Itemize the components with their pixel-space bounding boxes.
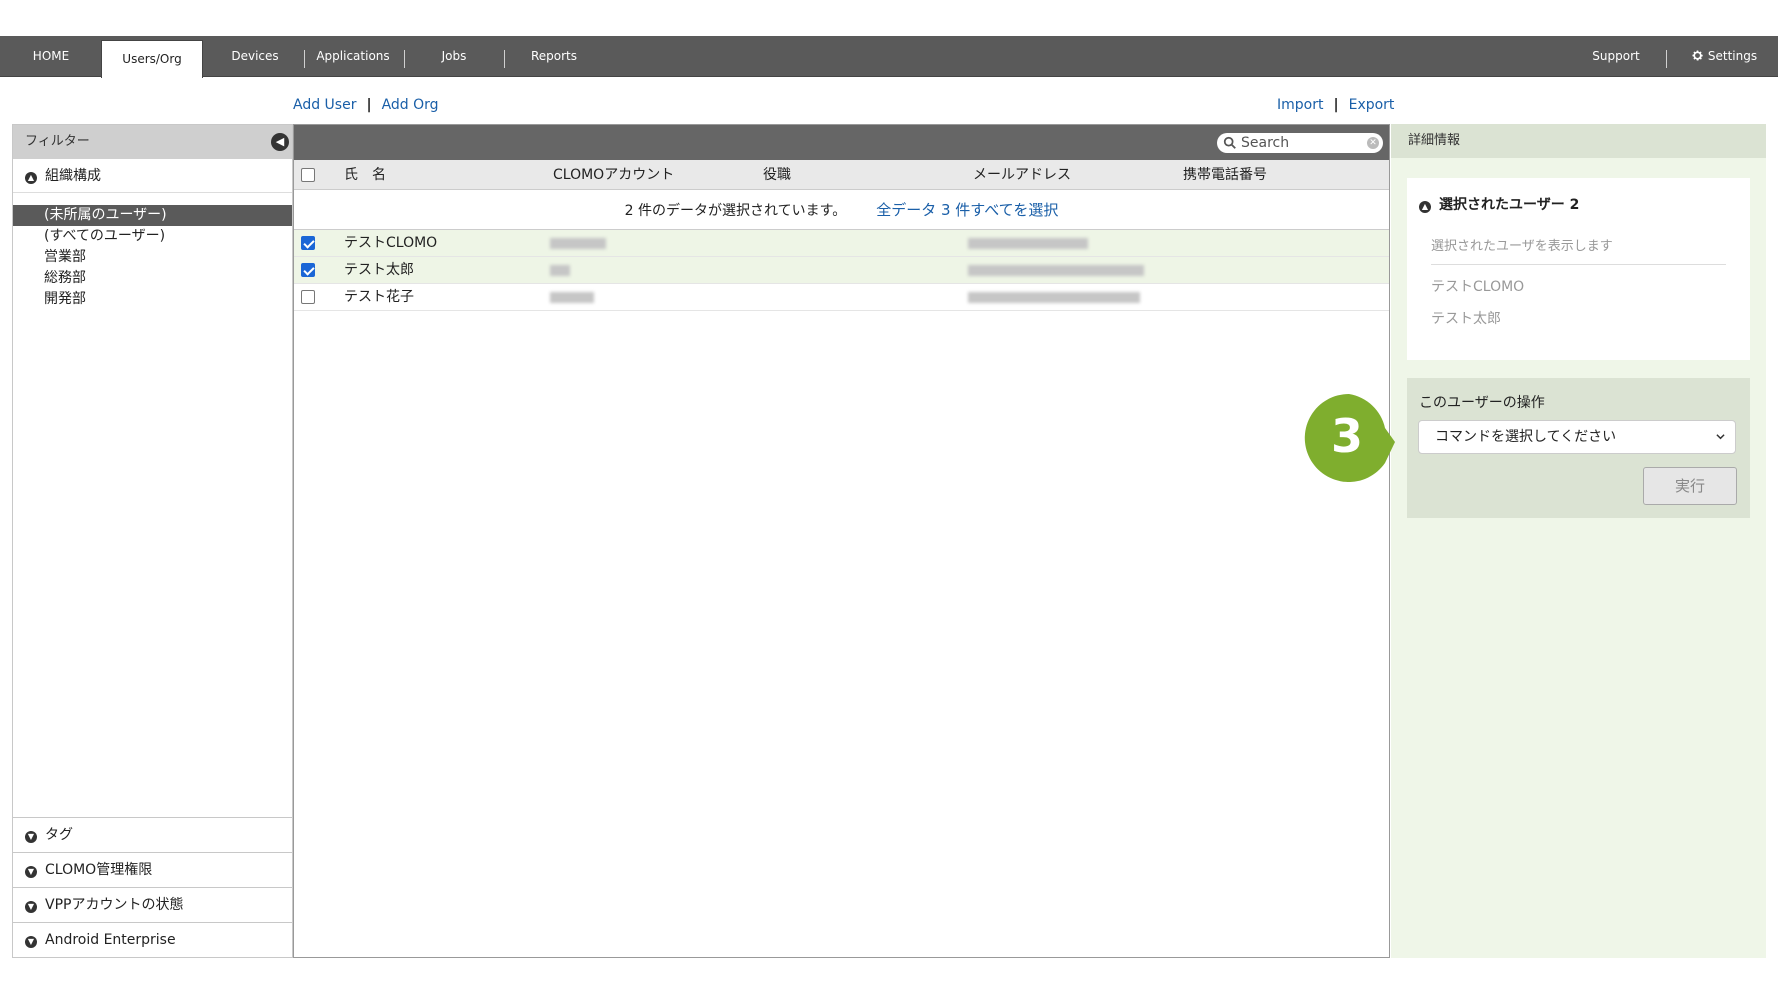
vpp-account-section-header[interactable]: ▼ VPPアカウントの状態 bbox=[13, 887, 292, 922]
redacted-account bbox=[550, 292, 594, 303]
run-button[interactable]: 実行 bbox=[1643, 467, 1737, 505]
filter-header: フィルター ◀ bbox=[13, 125, 292, 159]
tree-item-development[interactable]: 開発部 bbox=[13, 289, 292, 310]
table-row[interactable]: テスト太郎 bbox=[294, 257, 1389, 284]
search-input[interactable]: Search ✕ bbox=[1217, 133, 1383, 153]
export-link[interactable]: Export bbox=[1349, 97, 1395, 113]
chevron-up-icon: ▲ bbox=[25, 172, 37, 184]
section-label: VPPアカウントの状態 bbox=[45, 897, 184, 913]
user-operations: このユーザーの操作 コマンドを選択してください 実行 bbox=[1407, 378, 1750, 518]
tree-item-general-affairs[interactable]: 総務部 bbox=[13, 268, 292, 289]
search-icon bbox=[1223, 136, 1236, 149]
row-checkbox[interactable] bbox=[301, 290, 315, 304]
nav-divider bbox=[504, 50, 505, 68]
tree-item-unassigned[interactable]: (未所属のユーザー) bbox=[13, 205, 292, 226]
chevron-down-icon: ▼ bbox=[25, 901, 37, 913]
operations-title: このユーザーの操作 bbox=[1419, 395, 1545, 411]
add-user-link[interactable]: Add User bbox=[293, 97, 356, 113]
settings-link[interactable]: Settings bbox=[1676, 36, 1772, 77]
user-actions: Add User | Add Org bbox=[293, 97, 439, 113]
add-org-link[interactable]: Add Org bbox=[382, 97, 439, 113]
tab-users-org[interactable]: Users/Org bbox=[101, 40, 203, 78]
details-panel: 詳細情報 ▲ 選択されたユーザー 2 選択されたユーザを表示します テストCLOM… bbox=[1391, 124, 1766, 958]
search-placeholder: Search bbox=[1241, 135, 1290, 151]
details-title: 詳細情報 bbox=[1391, 124, 1766, 158]
tab-devices[interactable]: Devices bbox=[210, 36, 300, 77]
filter-panel: フィルター ◀ ▲ 組織構成 (未所属のユーザー) (すべてのユーザー) 営業部 … bbox=[12, 124, 293, 958]
row-checkbox[interactable] bbox=[301, 263, 315, 277]
selection-count-text: 2 件のデータが選択されています。 bbox=[624, 203, 847, 219]
section-label: Android Enterprise bbox=[45, 932, 176, 948]
table-toolbar: Search ✕ bbox=[294, 125, 1389, 160]
redacted-email bbox=[968, 292, 1140, 303]
org-tree: (未所属のユーザー) (すべてのユーザー) 営業部 総務部 開発部 bbox=[13, 193, 292, 310]
filter-bottom-sections: ▼ タグ ▼ CLOMO管理権限 ▼ VPPアカウントの状態 ▼ Android Ent… bbox=[13, 817, 292, 957]
column-header-account[interactable]: CLOMOアカウント bbox=[553, 160, 674, 190]
redacted-email bbox=[968, 265, 1144, 276]
tag-section-header[interactable]: ▼ タグ bbox=[13, 817, 292, 852]
android-enterprise-section-header[interactable]: ▼ Android Enterprise bbox=[13, 922, 292, 957]
table-row[interactable]: テスト花子 bbox=[294, 284, 1389, 311]
collapse-panel-icon[interactable]: ◀ bbox=[271, 133, 289, 151]
nav-divider bbox=[304, 50, 305, 68]
column-header-name[interactable]: 氏 名 bbox=[344, 160, 386, 190]
step-badge: 3 bbox=[1304, 393, 1395, 482]
step-number: 3 bbox=[1331, 409, 1363, 463]
select-all-checkbox[interactable] bbox=[301, 168, 315, 182]
selected-user-item: テスト太郎 bbox=[1431, 311, 1501, 327]
table-row[interactable]: テストCLOMO bbox=[294, 230, 1389, 257]
tab-applications[interactable]: Applications bbox=[308, 36, 398, 77]
redacted-account bbox=[550, 238, 606, 249]
import-export-actions: Import | Export bbox=[1277, 97, 1395, 113]
selected-users-hint: 選択されたユーザを表示します bbox=[1431, 235, 1726, 265]
settings-label: Settings bbox=[1707, 49, 1758, 63]
nav-divider bbox=[1666, 50, 1667, 68]
chevron-down-icon: ▼ bbox=[25, 831, 37, 843]
table-header: 氏 名 CLOMOアカウント 役職 メールアドレス 携帯電話番号 bbox=[294, 160, 1389, 190]
column-header-phone[interactable]: 携帯電話番号 bbox=[1183, 160, 1267, 190]
tree-item-sales[interactable]: 営業部 bbox=[13, 247, 292, 268]
user-table-panel: Search ✕ 氏 名 CLOMOアカウント 役職 メールアドレス 携帯電話番… bbox=[293, 124, 1390, 958]
user-name: テストCLOMO bbox=[344, 235, 438, 251]
top-nav: HOME Users/Org Devices Applications Jobs… bbox=[0, 36, 1778, 78]
user-name: テスト花子 bbox=[344, 289, 414, 305]
import-link[interactable]: Import bbox=[1277, 97, 1323, 113]
selected-users-title: 選択されたユーザー 2 bbox=[1439, 197, 1580, 213]
row-checkbox[interactable] bbox=[301, 236, 315, 250]
tab-reports[interactable]: Reports bbox=[510, 36, 598, 77]
column-header-email[interactable]: メールアドレス bbox=[973, 160, 1071, 190]
redacted-email bbox=[968, 238, 1088, 249]
tree-item-all-users[interactable]: (すべてのユーザー) bbox=[13, 226, 292, 247]
clear-search-icon[interactable]: ✕ bbox=[1367, 137, 1379, 149]
nav-divider bbox=[404, 50, 405, 68]
user-name: テスト太郎 bbox=[344, 262, 414, 278]
selected-users-header[interactable]: ▲ 選択されたユーザー 2 bbox=[1419, 194, 1579, 214]
filter-title: フィルター bbox=[25, 134, 90, 149]
support-link[interactable]: Support bbox=[1578, 36, 1654, 77]
chevron-up-icon: ▲ bbox=[1419, 201, 1431, 213]
section-label: タグ bbox=[45, 827, 73, 843]
tab-home[interactable]: HOME bbox=[0, 36, 102, 77]
org-section-header[interactable]: ▲ 組織構成 bbox=[13, 159, 292, 193]
chevron-down-icon: ▼ bbox=[25, 936, 37, 948]
redacted-account bbox=[550, 265, 570, 276]
org-section-label: 組織構成 bbox=[45, 168, 101, 184]
column-header-title[interactable]: 役職 bbox=[763, 160, 791, 190]
command-select[interactable]: コマンドを選択してください bbox=[1418, 420, 1736, 454]
tab-jobs[interactable]: Jobs bbox=[410, 36, 498, 77]
chevron-down-icon bbox=[1716, 434, 1725, 440]
command-select-value: コマンドを選択してください bbox=[1435, 429, 1617, 445]
select-all-data-link[interactable]: 全データ 3 件すべてを選択 bbox=[876, 201, 1058, 219]
chevron-down-icon: ▼ bbox=[25, 866, 37, 878]
selection-message: 2 件のデータが選択されています。 全データ 3 件すべてを選択 bbox=[294, 190, 1389, 230]
clomo-permission-section-header[interactable]: ▼ CLOMO管理権限 bbox=[13, 852, 292, 887]
selected-users-card: ▲ 選択されたユーザー 2 選択されたユーザを表示します テストCLOMO テスト… bbox=[1407, 178, 1750, 360]
section-label: CLOMO管理権限 bbox=[45, 862, 153, 878]
selected-user-item: テストCLOMO bbox=[1431, 279, 1525, 295]
gear-icon bbox=[1692, 50, 1703, 61]
